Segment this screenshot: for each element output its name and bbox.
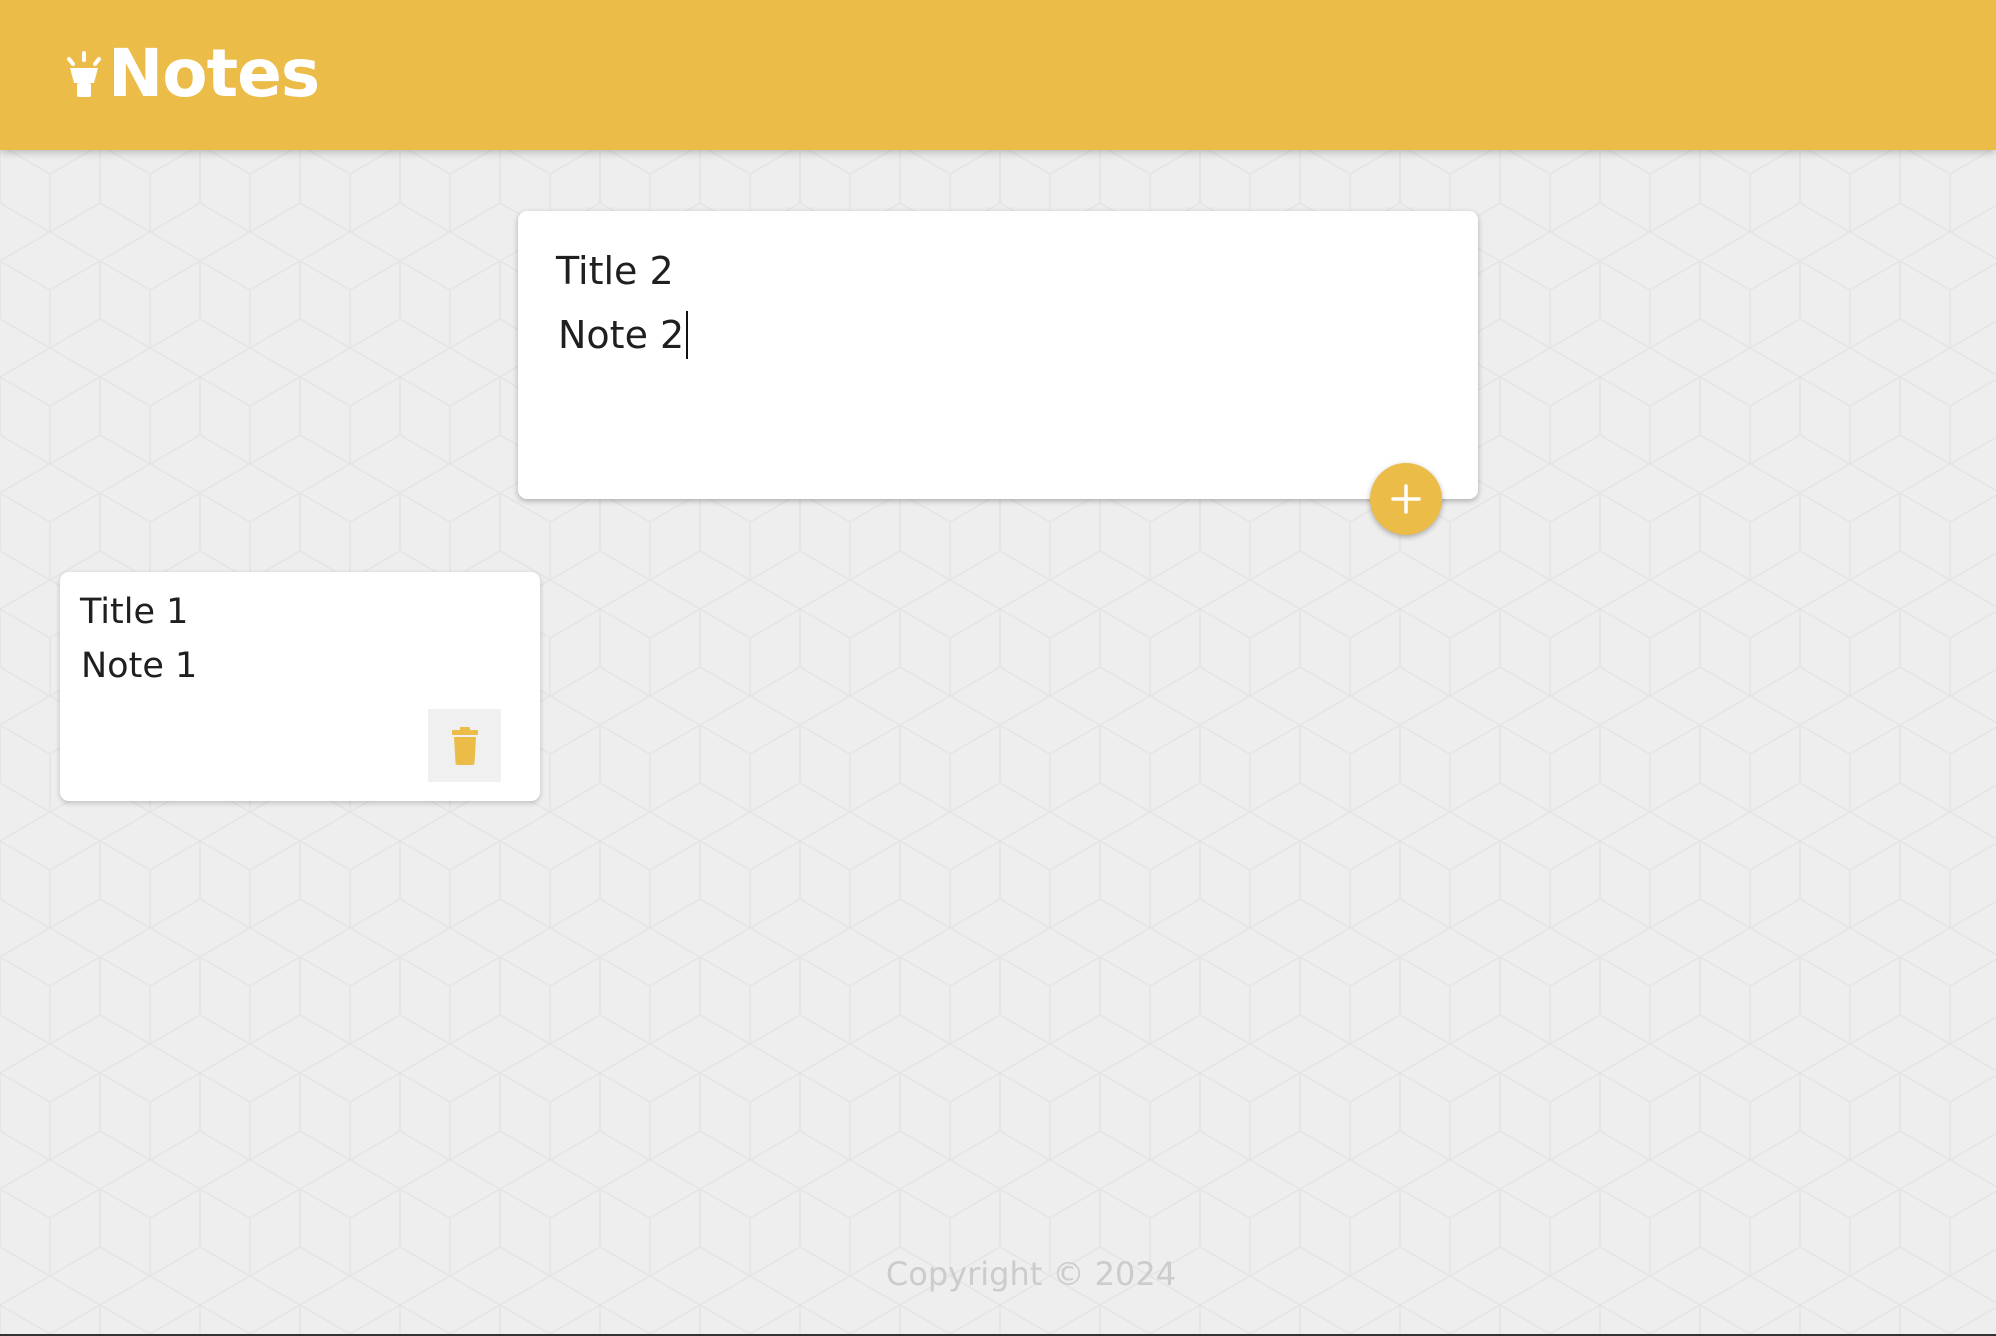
- note-content: Note 1: [81, 646, 198, 686]
- note-card: Title 1 Note 1: [60, 572, 540, 801]
- app-title: Notes: [108, 35, 320, 112]
- copyright-text: Copyright © 2024: [885, 1255, 1177, 1293]
- brand: Notes: [64, 35, 320, 112]
- lightbulb-icon: [67, 51, 101, 97]
- trash-icon: [451, 726, 478, 765]
- content-textarea[interactable]: Note 2: [558, 311, 689, 359]
- delete-note-button[interactable]: [428, 709, 501, 782]
- plus-icon: [1391, 484, 1421, 514]
- note-composer: Title 2 Note 2: [518, 211, 1478, 499]
- title-input[interactable]: Title 2: [556, 247, 674, 295]
- add-note-button[interactable]: [1370, 463, 1442, 535]
- app-header: Notes: [0, 0, 1996, 150]
- footer: Copyright © 2024: [0, 1255, 1996, 1293]
- content-text: Note 2: [558, 313, 685, 357]
- note-title: Title 1: [80, 592, 189, 632]
- text-caret: [686, 311, 689, 359]
